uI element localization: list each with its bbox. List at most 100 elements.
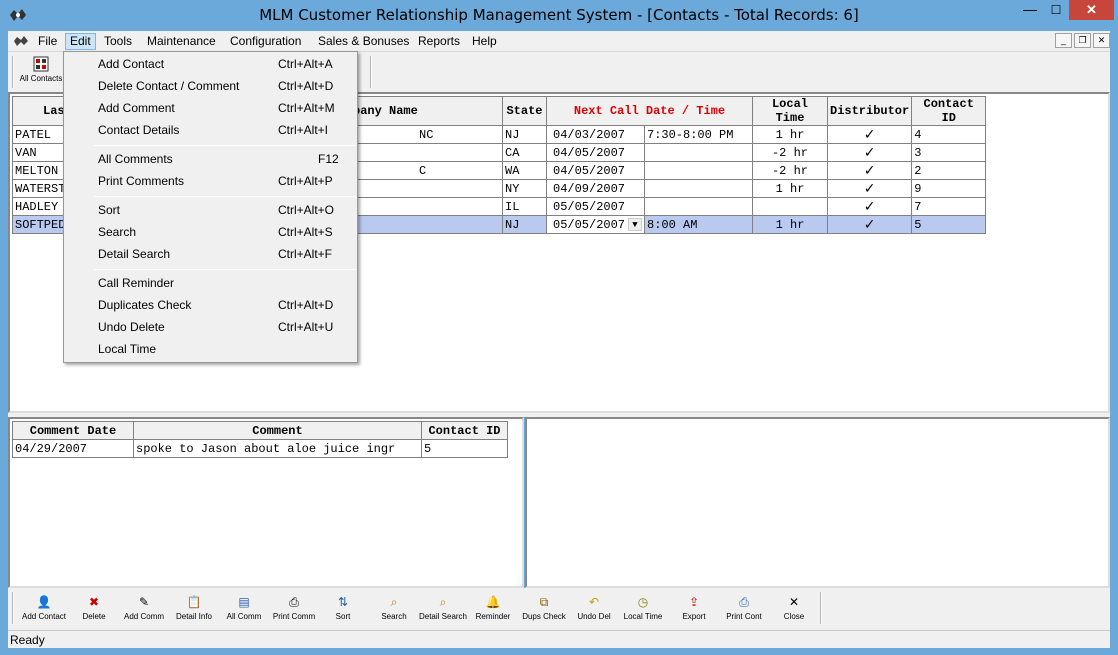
cell-call-time[interactable]	[644, 179, 753, 198]
menu-configuration[interactable]: Configuration	[226, 33, 305, 50]
cell-contact-id[interactable]: 4	[911, 125, 987, 144]
cell-contact-id[interactable]: 9	[911, 179, 987, 198]
col-comment-contact-id[interactable]: Contact ID	[421, 421, 508, 440]
menu-reports[interactable]: Reports	[414, 33, 464, 50]
cell-call-date[interactable]: 04/05/2007	[546, 143, 645, 162]
cell-distributor-check[interactable]: ✓	[826, 143, 913, 162]
menu-sales-bonuses[interactable]: Sales & Bonuses	[314, 33, 413, 50]
cell-state[interactable]: NY	[502, 179, 547, 198]
col-next-call[interactable]: Next Call Date / Time	[546, 96, 753, 126]
col-local-time[interactable]: Local Time	[752, 96, 828, 126]
cell-call-date[interactable]: 04/03/2007	[546, 125, 645, 144]
menu-item-shortcut: Ctrl+Alt+I	[278, 123, 329, 137]
detail-search-button[interactable]: ⌕ Detail Search	[418, 595, 468, 625]
menu-item-contact-details[interactable]: Contact Details Ctrl+Alt+I	[64, 119, 357, 141]
menu-item-search[interactable]: Search Ctrl+Alt+S	[64, 221, 357, 243]
menu-help[interactable]: Help	[468, 33, 501, 50]
all-comments-button[interactable]: ▤ All Comm	[221, 595, 267, 625]
cell-comment-date[interactable]: 04/29/2007	[12, 439, 134, 458]
delete-button[interactable]: ✖ Delete	[72, 595, 116, 625]
all-contacts-button[interactable]: All Contacts	[18, 56, 64, 90]
menu-item-undo-delete[interactable]: Undo Delete Ctrl+Alt+U	[64, 316, 357, 338]
menu-item-detail-search[interactable]: Detail Search Ctrl+Alt+F	[64, 243, 357, 265]
cell-local-time[interactable]: 1 hr	[752, 125, 828, 144]
cell-call-date[interactable]: 05/05/2007	[546, 197, 645, 216]
cell-local-time[interactable]: -2 hr	[752, 143, 828, 162]
cell-comment-text[interactable]: spoke to Jason about aloe juice ingr	[133, 439, 422, 458]
cell-state[interactable]: NJ	[502, 215, 547, 234]
cell-call-time[interactable]	[644, 197, 753, 216]
menu-item-all-comments[interactable]: All Comments F12	[64, 148, 357, 170]
cell-distributor-check[interactable]: ✓	[826, 179, 913, 198]
child-restore-button[interactable]: ❐	[1074, 33, 1091, 48]
cell-call-date[interactable]: 04/05/2007	[546, 161, 645, 180]
cell-call-time[interactable]	[644, 143, 753, 162]
cell-call-date[interactable]: 04/09/2007	[546, 179, 645, 198]
export-button[interactable]: ⇪ Export	[672, 595, 716, 625]
close-window-button[interactable]: ✕	[1069, 0, 1114, 20]
cell-distributor-check[interactable]: ✓	[826, 161, 913, 180]
col-state[interactable]: State	[502, 96, 547, 126]
cell-distributor-check[interactable]: ✓	[826, 125, 913, 144]
menu-maintenance[interactable]: Maintenance	[143, 33, 220, 50]
menu-item-shortcut: Ctrl+Alt+M	[278, 101, 335, 115]
chevron-down-icon[interactable]: ▼	[628, 218, 642, 231]
add-contact-icon: 👤	[36, 595, 52, 609]
menu-item-sort[interactable]: Sort Ctrl+Alt+O	[64, 199, 357, 221]
search-button[interactable]: ⌕ Search	[373, 595, 415, 625]
document-window-icon[interactable]	[12, 32, 30, 49]
reminder-button[interactable]: 🔔 Reminder	[472, 595, 514, 625]
detail-info-button[interactable]: 📋 Detail Info	[171, 595, 217, 625]
menu-item-local-time[interactable]: Local Time	[64, 338, 357, 360]
col-comment[interactable]: Comment	[133, 421, 422, 440]
menu-item-duplicates-check[interactable]: Duplicates Check Ctrl+Alt+D	[64, 294, 357, 316]
local-time-button[interactable]: ◷ Local Time	[620, 595, 666, 625]
table-row[interactable]: 04/29/2007 spoke to Jason about aloe jui…	[12, 439, 508, 458]
cell-contact-id[interactable]: 5	[911, 215, 987, 234]
minimize-button[interactable]: —	[1017, 0, 1043, 20]
cell-call-date-dropdown[interactable]: 05/05/2007 ▼	[546, 215, 645, 234]
cell-contact-id[interactable]: 3	[911, 143, 987, 162]
menu-file[interactable]: File	[34, 33, 61, 50]
col-comment-date[interactable]: Comment Date	[12, 421, 134, 440]
menu-edit[interactable]: Edit	[65, 33, 96, 50]
cell-state[interactable]: NJ	[502, 125, 547, 144]
add-comment-button[interactable]: ✎ Add Comm	[120, 595, 168, 625]
cell-state[interactable]: IL	[502, 197, 547, 216]
comment-detail-pane[interactable]	[525, 417, 1110, 588]
print-contacts-button[interactable]: ⎙ Print Cont	[720, 595, 768, 625]
cell-distributor-check[interactable]: ✓	[826, 197, 913, 216]
menu-item-add-contact[interactable]: Add Contact Ctrl+Alt+A	[64, 53, 357, 75]
dups-check-button[interactable]: ⧉ Dups Check	[520, 595, 568, 625]
cell-state[interactable]: WA	[502, 161, 547, 180]
cell-local-time[interactable]: 1 hr	[752, 179, 828, 198]
cell-contact-id[interactable]: 7	[911, 197, 987, 216]
print-comments-button[interactable]: ⎙ Print Comm	[270, 595, 318, 625]
cell-call-time[interactable]: 7:30-8:00 PM	[644, 125, 753, 144]
cell-distributor-check[interactable]: ✓	[826, 215, 913, 234]
menu-item-add-comment[interactable]: Add Comment Ctrl+Alt+M	[64, 97, 357, 119]
add-contact-button[interactable]: 👤 Add Contact	[18, 595, 70, 625]
cell-comment-contact-id[interactable]: 5	[421, 439, 508, 458]
col-contact-id[interactable]: Contact ID	[911, 96, 987, 126]
child-close-button[interactable]: ✕	[1093, 33, 1110, 48]
cell-local-time[interactable]: 1 hr	[752, 215, 828, 234]
cell-local-time[interactable]: -2 hr	[752, 161, 828, 180]
cell-contact-id[interactable]: 2	[911, 161, 987, 180]
maximize-button[interactable]: ☐	[1043, 0, 1069, 20]
col-distributor[interactable]: Distributor	[826, 96, 913, 126]
close-button[interactable]: ✕ Close	[774, 595, 814, 625]
sort-button[interactable]: ⇅ Sort	[324, 595, 362, 625]
cell-call-time[interactable]	[644, 161, 753, 180]
menu-tools[interactable]: Tools	[100, 33, 136, 50]
menu-item-print-comments[interactable]: Print Comments Ctrl+Alt+P	[64, 170, 357, 192]
cell-call-time[interactable]: 8:00 AM	[644, 215, 753, 234]
menu-item-delete-contact[interactable]: Delete Contact / Comment Ctrl+Alt+D	[64, 75, 357, 97]
cell-local-time[interactable]	[752, 197, 828, 216]
menu-item-call-reminder[interactable]: Call Reminder	[64, 272, 357, 294]
all-comments-label: All Comm	[226, 612, 262, 621]
undo-delete-button[interactable]: ↶ Undo Del	[571, 595, 617, 625]
child-minimize-button[interactable]: _	[1055, 33, 1072, 48]
cell-state[interactable]: CA	[502, 143, 547, 162]
edit-dropdown-menu: Add Contact Ctrl+Alt+A Delete Contact / …	[63, 51, 358, 363]
